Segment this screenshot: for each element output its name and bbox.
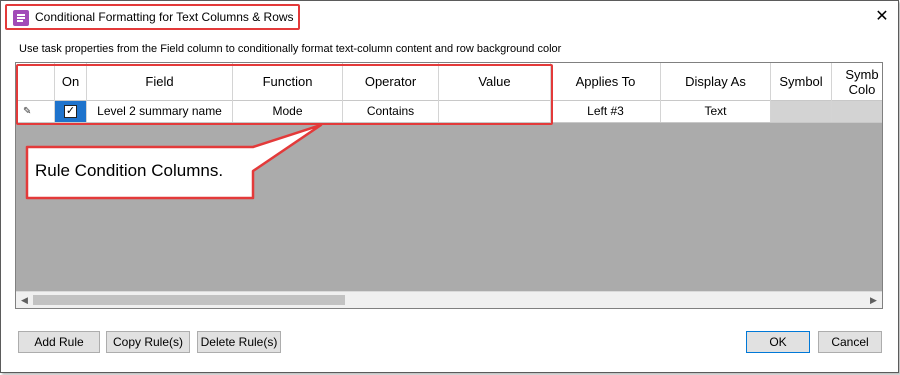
scroll-thumb[interactable]: [33, 295, 345, 305]
add-rule-button[interactable]: Add Rule: [18, 331, 100, 353]
ok-button[interactable]: OK: [746, 331, 810, 353]
title-bar: Conditional Formatting for Text Columns …: [1, 1, 898, 33]
column-header-applies-to[interactable]: Applies To: [551, 63, 661, 101]
dialog-title: Conditional Formatting for Text Columns …: [35, 10, 294, 24]
scroll-right-icon[interactable]: ▶: [865, 292, 882, 308]
conditional-formatting-dialog: Conditional Formatting for Text Columns …: [0, 0, 899, 373]
title-highlight-box: Conditional Formatting for Text Columns …: [5, 4, 300, 30]
cell-symbol-color[interactable]: [832, 101, 882, 122]
column-header-symbol[interactable]: Symbol: [771, 63, 832, 101]
symbol-color-label-line1: Symb: [845, 67, 879, 82]
cell-symbol[interactable]: [771, 101, 832, 122]
column-header-symbol-color[interactable]: Symb Colo: [832, 63, 882, 101]
scroll-left-icon[interactable]: ◀: [16, 292, 33, 308]
description-text: Use task properties from the Field colum…: [19, 43, 562, 55]
copy-rules-button[interactable]: Copy Rule(s): [106, 331, 190, 353]
cell-applies-to[interactable]: Left #3: [551, 101, 661, 122]
cancel-button[interactable]: Cancel: [818, 331, 882, 353]
delete-rules-button[interactable]: Delete Rule(s): [197, 331, 281, 353]
symbol-color-label-line2: Colo: [848, 82, 876, 97]
horizontal-scrollbar[interactable]: ◀ ▶: [16, 291, 882, 308]
app-icon: [13, 10, 29, 26]
callout-label: Rule Condition Columns.: [35, 161, 224, 180]
column-header-display-as[interactable]: Display As: [661, 63, 771, 101]
rule-condition-highlight-box: [16, 64, 553, 125]
cell-display-as[interactable]: Text: [661, 101, 771, 122]
close-icon[interactable]: ✕: [872, 7, 892, 27]
